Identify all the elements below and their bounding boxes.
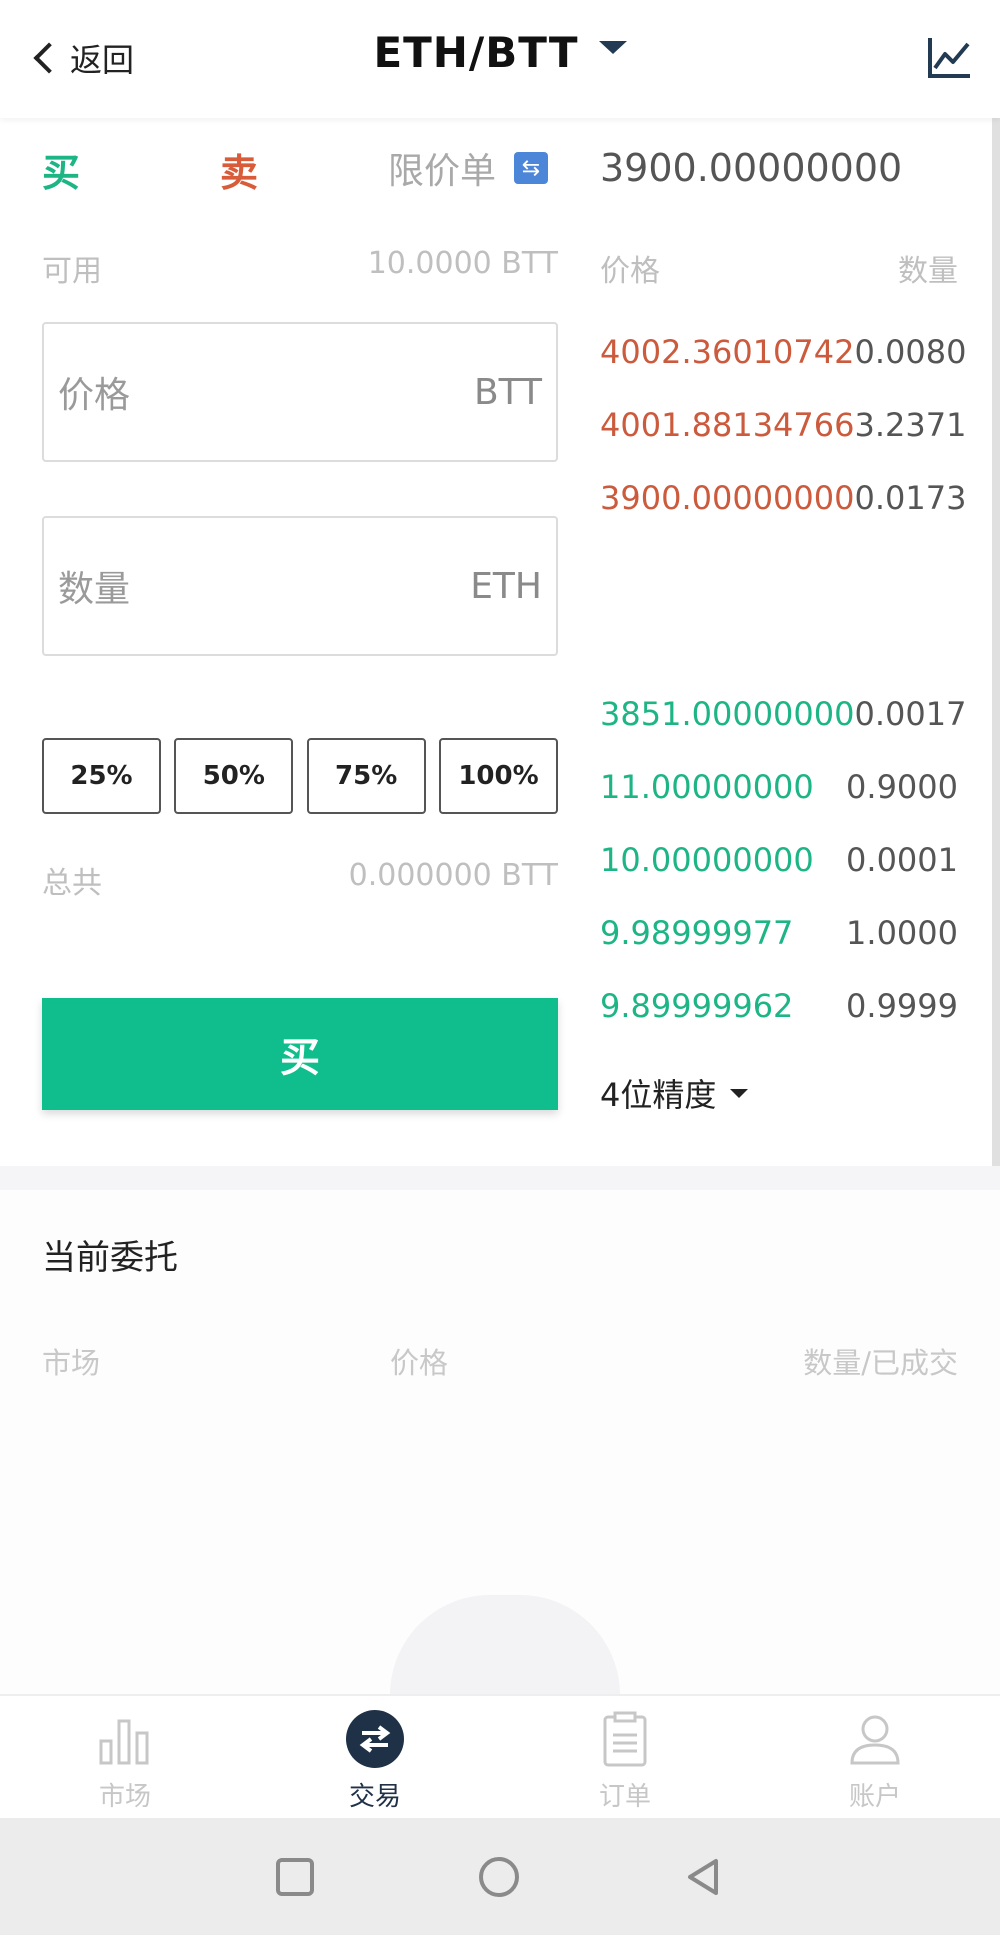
orderbook-qty-header: 数量 (898, 254, 958, 289)
ask-price: 4002.36010742 (600, 333, 855, 371)
quantity-placeholder: 数量 (58, 569, 131, 610)
bid-row[interactable]: 10.00000000 0.0001 (600, 835, 958, 885)
tab-account[interactable]: 账户 (750, 1696, 1000, 1818)
orderbook-price-header: 价格 (600, 254, 660, 289)
column-header-market: 市场 (42, 1346, 101, 1380)
quantity-unit: ETH (470, 565, 542, 607)
empty-state-illustration (390, 1595, 620, 1695)
system-navigation-bar (0, 1818, 1000, 1935)
bid-price: 3851.00000000 (600, 695, 855, 733)
total-value: 0.000000 BTT (348, 858, 558, 893)
price-input[interactable]: 价格 BTT (42, 322, 558, 462)
ask-qty: 0.0080 (854, 333, 967, 371)
bid-row[interactable]: 9.98999977 1.0000 (600, 908, 958, 958)
column-header-price: 价格 (390, 1346, 449, 1380)
swap-icon (346, 1710, 404, 1768)
percent-buttons: 25% 50% 75% 100% (42, 738, 558, 814)
bid-price: 10.00000000 (600, 841, 814, 879)
column-header-qty: 数量/已成交 (803, 1346, 958, 1380)
ask-price: 3900.00000000 (600, 479, 855, 517)
percent-25-button[interactable]: 25% (42, 738, 161, 814)
available-label: 可用 (42, 254, 102, 289)
pair-title: ETH/BTT (373, 28, 579, 77)
ask-row[interactable]: 4002.36010742 0.0080 (600, 327, 966, 377)
tab-label: 账户 (848, 1782, 901, 1812)
total-label: 总共 (42, 866, 102, 901)
bid-qty: 1.0000 (846, 914, 958, 952)
tab-market[interactable]: 市场 (0, 1696, 250, 1818)
ask-qty: 3.2371 (854, 406, 967, 444)
bid-qty: 0.0001 (846, 841, 958, 879)
tab-label: 订单 (598, 1782, 651, 1812)
available-value: 10.0000 BTT (367, 246, 558, 281)
bid-row[interactable]: 3851.00000000 0.0017 (600, 689, 966, 739)
ask-row[interactable]: 3900.00000000 0.0173 (600, 473, 966, 523)
order-type-label: 限价单 (388, 151, 497, 192)
top-bar: 返回 ETH/BTT (0, 0, 1000, 118)
precision-selector[interactable]: 4位精度 (600, 1070, 749, 1116)
recent-apps-icon[interactable] (276, 1857, 314, 1896)
ask-row[interactable]: 4001.88134766 3.2371 (600, 400, 966, 450)
tab-label: 交易 (348, 1782, 401, 1812)
ask-price: 4001.88134766 (600, 406, 855, 444)
home-icon[interactable] (479, 1856, 519, 1897)
bottom-tab-bar: 市场 交易 订单 账户 (0, 1694, 1000, 1818)
bid-row[interactable]: 11.00000000 0.9000 (600, 762, 958, 812)
clipboard-icon (596, 1710, 654, 1768)
percent-75-button[interactable]: 75% (306, 738, 426, 814)
quantity-input[interactable]: 数量 ETH (42, 516, 558, 656)
line-chart-icon[interactable] (926, 34, 972, 80)
percent-50-button[interactable]: 50% (174, 738, 294, 814)
scrollbar[interactable] (992, 118, 1000, 1186)
order-type-selector[interactable]: 限价单 ⇆ (388, 142, 549, 194)
section-title: 当前委托 (42, 1238, 178, 1278)
tab-trade[interactable]: 交易 (250, 1696, 500, 1818)
bar-chart-icon (96, 1710, 154, 1768)
ask-qty: 0.0173 (854, 479, 967, 517)
bid-price: 9.98999977 (600, 914, 794, 952)
last-price: 3900.00000000 (600, 146, 903, 190)
pair-selector[interactable]: ETH/BTT (0, 28, 1000, 77)
tab-buy[interactable]: 买 (42, 142, 80, 197)
tab-sell[interactable]: 卖 (220, 142, 258, 197)
price-placeholder: 价格 (58, 375, 131, 416)
current-orders-section: 当前委托 市场 价格 数量/已成交 (0, 1190, 1000, 1695)
caret-down-icon (730, 1088, 749, 1098)
bid-qty: 0.9000 (846, 768, 958, 806)
precision-label: 4位精度 (600, 1076, 717, 1114)
swap-icon: ⇆ (514, 152, 549, 184)
tab-orders[interactable]: 订单 (500, 1696, 750, 1818)
section-divider (0, 1166, 1000, 1190)
caret-down-icon (598, 41, 627, 54)
buy-button[interactable]: 买 (42, 998, 558, 1110)
bid-qty: 0.9999 (846, 987, 958, 1025)
tab-label: 市场 (98, 1782, 151, 1812)
price-unit: BTT (473, 371, 542, 413)
bid-qty: 0.0017 (854, 695, 967, 733)
percent-100-button[interactable]: 100% (438, 738, 558, 814)
user-icon (846, 1710, 904, 1768)
trade-panel: 买 卖 限价单 ⇆ 可用 10.0000 BTT 价格 BTT 数量 ETH 2… (0, 118, 1000, 1166)
back-triangle-icon[interactable] (684, 1857, 724, 1897)
bid-price: 9.89999962 (600, 987, 794, 1025)
bid-price: 11.00000000 (600, 768, 814, 806)
bid-row[interactable]: 9.89999962 0.9999 (600, 981, 958, 1031)
